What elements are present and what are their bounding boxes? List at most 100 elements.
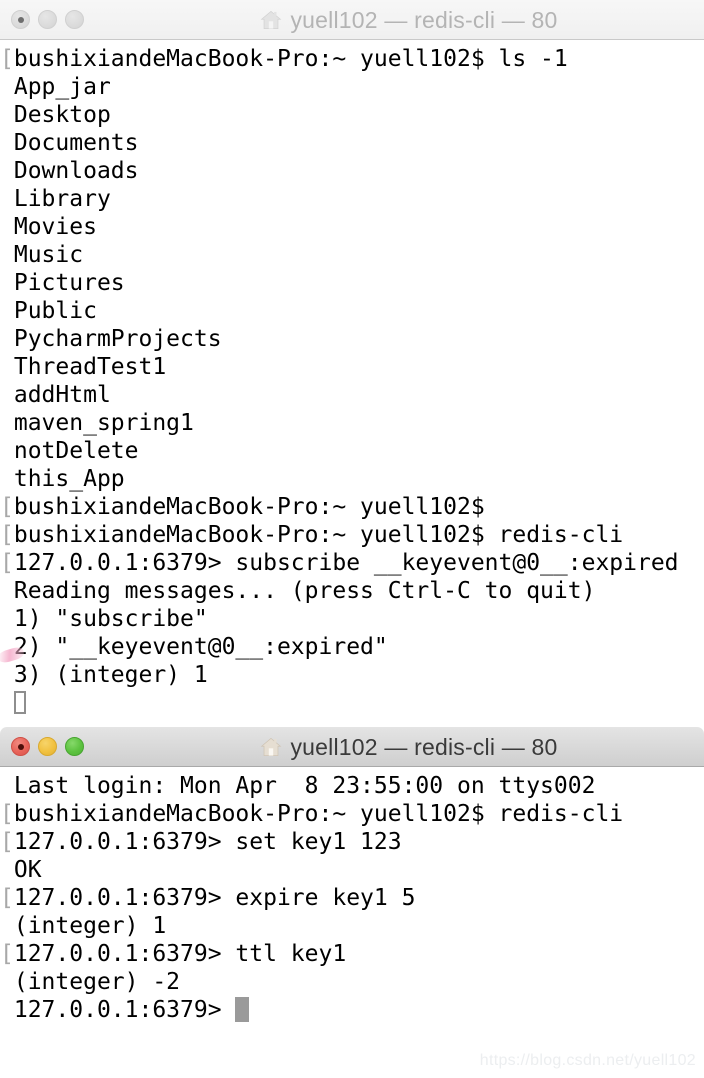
terminal-line: Public [0,297,704,325]
continuation-bracket [0,857,14,883]
close-icon [17,743,24,750]
zoom-button[interactable] [65,737,84,756]
terminal-line: maven_spring1 [0,409,704,437]
continuation-bracket [0,130,14,156]
close-button[interactable] [11,10,30,29]
continuation-bracket: [ [0,885,14,911]
terminal-window-bottom[interactable]: yuell102 — redis-cli — 80 Last login: Mo… [0,727,704,1078]
continuation-bracket: [ [0,550,14,576]
terminal-line-text: notDelete [13,438,139,464]
home-icon [260,736,282,758]
terminal-line-text: OK [13,857,42,883]
continuation-bracket [0,913,14,939]
continuation-bracket [0,242,14,268]
terminal-line-text: this_App [13,466,125,492]
terminal-output-bottom[interactable]: Last login: Mon Apr 8 23:55:00 on ttys00… [0,767,704,1078]
continuation-bracket [0,410,14,436]
terminal-line-text: Music [13,242,84,268]
terminal-line: Downloads [0,157,704,185]
continuation-bracket [0,997,14,1023]
close-icon [17,16,24,23]
terminal-output-top[interactable]: [bushixiandeMacBook-Pro:~ yuell102$ ls -… [0,40,704,727]
terminal-line-text: (integer) 1 [13,913,167,939]
terminal-line-text: bushixiandeMacBook-Pro:~ yuell102$ [13,494,485,520]
terminal-line: [127.0.0.1:6379> ttl key1 [0,940,704,968]
terminal-line: 1) "subscribe" [0,605,704,633]
continuation-bracket [0,634,14,660]
continuation-bracket [0,438,14,464]
terminal-line: App_jar [0,73,704,101]
terminal-line-text: 127.0.0.1:6379> ttl key1 [13,941,347,967]
continuation-bracket: [ [0,829,14,855]
terminal-line-text: bushixiandeMacBook-Pro:~ yuell102$ redis… [13,801,624,827]
continuation-bracket: [ [0,522,14,548]
terminal-line-text: PycharmProjects [13,326,222,352]
continuation-bracket [0,578,14,604]
watermark: https://blog.csdn.net/yuell102 [479,1052,696,1069]
terminal-line: [bushixiandeMacBook-Pro:~ yuell102$ redi… [0,521,704,549]
text-cursor [235,997,250,1022]
close-button[interactable] [11,737,30,756]
continuation-bracket [0,662,14,688]
terminal-line-text: 3) (integer) 1 [13,662,208,688]
terminal-line-text: addHtml [13,382,111,408]
terminal-line-text: App_jar [13,74,111,100]
terminal-line: OK [0,856,704,884]
terminal-line: Desktop [0,101,704,129]
continuation-bracket: [ [0,941,14,967]
terminal-line-text: Library [13,186,111,212]
terminal-line: [127.0.0.1:6379> expire key1 5 [0,884,704,912]
terminal-line: addHtml [0,381,704,409]
terminal-line-text: Public [13,298,97,324]
window-title-top: yuell102 — redis-cli — 80 [290,6,558,33]
terminal-line: 2) "__keyevent@0__:expired" [0,633,704,665]
terminal-line: Library [0,185,704,213]
title-area-bottom: yuell102 — redis-cli — 80 [0,727,704,767]
terminal-line-text: 127.0.0.1:6379> subscribe __keyevent@0__… [13,550,679,576]
window-controls-bottom [0,737,84,756]
continuation-bracket [0,186,14,212]
terminal-line: Music [0,241,704,269]
continuation-bracket [0,606,14,632]
continuation-bracket [0,74,14,100]
terminal-prompt-line[interactable]: 127.0.0.1:6379> [0,996,704,1024]
minimize-button[interactable] [38,10,57,29]
terminal-line: [bushixiandeMacBook-Pro:~ yuell102$ [0,493,704,521]
terminal-line: [127.0.0.1:6379> set key1 123 [0,828,704,856]
terminal-line-text: (integer) -2 [13,969,181,995]
terminal-prompt-line[interactable] [0,689,704,717]
terminal-line-text: 1) "subscribe" [13,606,208,632]
continuation-bracket [0,969,14,995]
continuation-bracket: [ [0,494,14,520]
home-icon [260,9,282,31]
continuation-bracket [0,690,14,716]
prompt-text: 127.0.0.1:6379> [13,997,236,1023]
terminal-line: ThreadTest1 [0,353,704,381]
terminal-line: [bushixiandeMacBook-Pro:~ yuell102$ redi… [0,800,704,828]
terminal-line-text: 2) "__keyevent@0__:expired" [13,634,388,660]
continuation-bracket [0,354,14,380]
titlebar-bottom[interactable]: yuell102 — redis-cli — 80 [0,727,704,767]
terminal-line-text: Reading messages... (press Ctrl-C to qui… [13,578,596,604]
terminal-line-text: Downloads [13,158,139,184]
terminal-line: [bushixiandeMacBook-Pro:~ yuell102$ ls -… [0,45,704,73]
terminal-line-text: Movies [13,214,97,240]
continuation-bracket [0,326,14,352]
titlebar-top[interactable]: yuell102 — redis-cli — 80 [0,0,704,40]
terminal-line: (integer) 1 [0,912,704,940]
terminal-window-top[interactable]: yuell102 — redis-cli — 80 [bushixiandeMa… [0,0,704,727]
window-controls-top [0,10,84,29]
terminal-line: (integer) -2 [0,968,704,996]
terminal-line-text: bushixiandeMacBook-Pro:~ yuell102$ ls -1 [13,46,568,72]
continuation-bracket [0,466,14,492]
minimize-button[interactable] [38,737,57,756]
terminal-line: notDelete [0,437,704,465]
terminal-line-text: maven_spring1 [13,410,194,436]
terminal-line: Movies [0,213,704,241]
zoom-button[interactable] [65,10,84,29]
continuation-bracket: [ [0,46,14,72]
terminal-line-text: Pictures [13,270,125,296]
terminal-line-text: bushixiandeMacBook-Pro:~ yuell102$ redis… [13,522,624,548]
terminal-line: 3) (integer) 1 [0,661,704,689]
terminal-line: [127.0.0.1:6379> subscribe __keyevent@0_… [0,549,704,577]
